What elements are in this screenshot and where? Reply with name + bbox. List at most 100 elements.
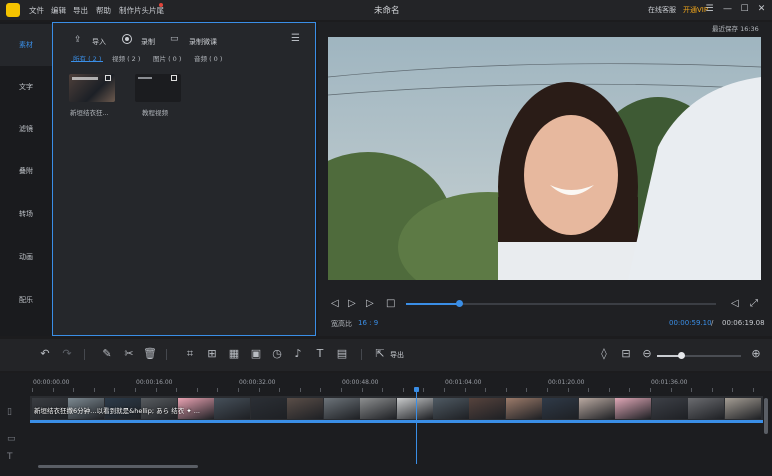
- ruler-label: 00:00:16.00: [136, 379, 173, 386]
- subtitle-icon[interactable]: ▤: [335, 347, 349, 360]
- ruler-tick: [300, 388, 301, 392]
- sidebar-item-animations[interactable]: 动画: [0, 236, 52, 278]
- record-icon[interactable]: [122, 34, 132, 44]
- menu-help[interactable]: 帮助: [96, 5, 111, 16]
- microphone-icon[interactable]: ♪: [291, 347, 305, 360]
- trash-icon[interactable]: 🗑: [143, 347, 157, 360]
- playback-handle[interactable]: [456, 300, 463, 307]
- menu-intro-outro[interactable]: 制作片头片尾: [119, 5, 164, 16]
- import-button[interactable]: 导入: [92, 37, 106, 47]
- ruler-tick: [279, 388, 280, 392]
- ruler-tick: [526, 388, 527, 392]
- volume-icon[interactable]: ◁: [731, 298, 739, 309]
- document-title: 未命名: [374, 6, 400, 16]
- crop-icon[interactable]: ⌗: [183, 347, 197, 361]
- import-icon[interactable]: ⇪: [74, 35, 82, 45]
- ruler-label: 00:01:20.00: [548, 379, 585, 386]
- sidebar-item-media[interactable]: 素材: [0, 24, 52, 66]
- mosaic-icon[interactable]: ▦: [227, 347, 241, 360]
- sidebar-item-filters[interactable]: 滤镜: [0, 108, 52, 150]
- clip-frame: [652, 398, 688, 419]
- thumb-select-checkbox[interactable]: [171, 75, 177, 81]
- fit-timeline-icon[interactable]: ⊟: [619, 347, 633, 360]
- toolbar-divider: [84, 349, 85, 360]
- ruler-tick: [609, 388, 610, 392]
- minimize-icon[interactable]: —: [721, 3, 734, 16]
- ruler-tick: [341, 388, 342, 392]
- menu-icon[interactable]: ☰: [703, 3, 716, 16]
- overlay-track-icon: ▭: [7, 434, 16, 444]
- zoom-frame-icon[interactable]: ⊞: [205, 347, 219, 360]
- ruler-tick: [32, 388, 33, 392]
- stop-icon[interactable]: □: [386, 298, 395, 309]
- aspect-ratio-select[interactable]: 16 : 9: [358, 319, 378, 327]
- redo-icon[interactable]: ↷: [60, 347, 74, 360]
- prev-frame-icon[interactable]: ◁: [331, 298, 339, 309]
- ruler-label: 00:01:36.00: [651, 379, 688, 386]
- aspect-ratio-label: 宽高比: [331, 320, 352, 328]
- autosave-status: 最近保存 16:36: [712, 25, 759, 33]
- freeze-frame-icon[interactable]: ▣: [249, 347, 263, 360]
- clip-frame: [469, 398, 505, 419]
- filter-video[interactable]: 视频 ( 2 ): [112, 53, 140, 63]
- new-badge-dot: [159, 3, 163, 7]
- clip-frame: [324, 398, 360, 419]
- ruler-tick: [156, 388, 157, 392]
- menu-edit[interactable]: 编辑: [51, 5, 66, 16]
- menu-file[interactable]: 文件: [29, 5, 44, 16]
- timeline-horizontal-scrollbar[interactable]: [38, 465, 198, 468]
- playback-progress: [406, 303, 459, 305]
- ruler-tick: [691, 388, 692, 392]
- ruler-tick: [712, 388, 713, 392]
- ruler-tick: [568, 388, 569, 392]
- filter-audio[interactable]: 音频 ( 0 ): [194, 53, 222, 63]
- playhead[interactable]: [416, 388, 417, 464]
- marker-icon[interactable]: ◊: [597, 347, 611, 360]
- online-service-link[interactable]: 在线客服: [648, 5, 676, 15]
- next-frame-icon[interactable]: ▷: [366, 298, 374, 309]
- maximize-icon[interactable]: ☐: [738, 3, 751, 16]
- ruler-tick: [382, 388, 383, 392]
- sidebar-item-text[interactable]: 文字: [0, 66, 52, 108]
- microlesson-icon[interactable]: ▭: [170, 34, 179, 44]
- undo-icon[interactable]: ↶: [38, 347, 52, 360]
- speed-icon[interactable]: ◷: [270, 347, 284, 360]
- play-icon[interactable]: ▷: [348, 298, 356, 309]
- thumb-select-checkbox[interactable]: [105, 75, 111, 81]
- sidebar-item-transitions[interactable]: 转场: [0, 193, 52, 235]
- clip-frame: [725, 398, 761, 419]
- video-track-icon: ▯: [7, 407, 12, 417]
- export-button[interactable]: 导出: [390, 350, 404, 360]
- toolbar-divider: [361, 349, 362, 360]
- ruler-tick: [506, 388, 507, 392]
- zoom-in-icon[interactable]: ⊕: [749, 347, 763, 360]
- clip-frame: [579, 398, 615, 419]
- current-time: 00:00:59.10: [669, 319, 712, 327]
- export-icon[interactable]: ⇱: [373, 347, 387, 360]
- text-to-speech-icon[interactable]: T: [313, 347, 327, 360]
- sidebar-item-music[interactable]: 配乐: [0, 279, 52, 321]
- menu-export[interactable]: 导出: [73, 5, 88, 16]
- video-preview[interactable]: [328, 37, 761, 280]
- zoom-out-icon[interactable]: ⊖: [640, 347, 654, 360]
- ruler-tick: [114, 388, 115, 392]
- ruler-tick: [465, 388, 466, 392]
- ruler-tick: [217, 388, 218, 392]
- zoom-slider-handle[interactable]: [678, 352, 685, 359]
- media-item-label: 新垣结衣狂...: [70, 109, 109, 117]
- filter-image[interactable]: 图片 ( 0 ): [153, 53, 181, 63]
- close-icon[interactable]: ✕: [755, 3, 768, 16]
- ruler-tick: [403, 388, 404, 392]
- sidebar-item-overlays[interactable]: 叠附: [0, 150, 52, 192]
- timeline-vertical-scrollbar[interactable]: [764, 398, 768, 434]
- list-view-icon[interactable]: ☰: [291, 33, 300, 44]
- clip-audio-bar: [30, 420, 763, 423]
- fullscreen-icon[interactable]: ⤢: [750, 298, 758, 309]
- record-button[interactable]: 录制: [141, 37, 155, 47]
- text-track-icon: T: [7, 452, 13, 462]
- clip-frame: [688, 398, 724, 419]
- scissors-icon[interactable]: ✂: [122, 347, 136, 360]
- clip-frame: [506, 398, 542, 419]
- record-microlesson-button[interactable]: 录制微课: [189, 37, 217, 47]
- pen-icon[interactable]: ✎: [100, 347, 114, 360]
